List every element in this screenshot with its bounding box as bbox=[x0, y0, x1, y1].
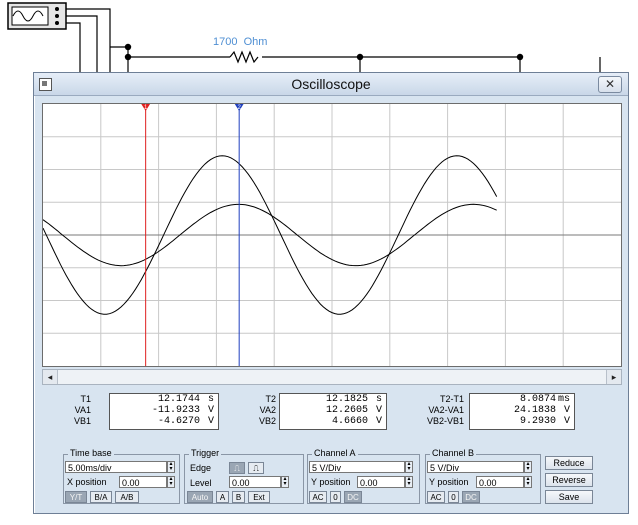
trigger-mode-ext[interactable]: Ext bbox=[248, 491, 270, 503]
channel-a-ypos-spinner[interactable]: ▴ ▾ bbox=[405, 476, 413, 488]
circuit-schematic: 1700 Ohm bbox=[7, 2, 601, 72]
diff-label: VB2-VB1 bbox=[426, 416, 464, 426]
scroll-right-button[interactable]: ▸ bbox=[606, 370, 621, 384]
cursor1-unit: s bbox=[207, 394, 214, 405]
channel-a-scale-field[interactable]: 5 V/Div bbox=[309, 461, 405, 473]
trigger-level-spinner[interactable]: ▴ ▾ bbox=[281, 476, 289, 488]
trigger-mode-a[interactable]: A bbox=[216, 491, 229, 503]
save-button[interactable]: Save bbox=[545, 490, 593, 504]
cursor2-label: T2 bbox=[265, 394, 276, 404]
channel-b-scale-spinner[interactable]: ▴ ▾ bbox=[524, 461, 532, 473]
diff-label: VA2-VA1 bbox=[428, 405, 464, 415]
diff-value: 24.1838 bbox=[513, 405, 556, 416]
trigger-edge-label: Edge bbox=[190, 463, 212, 473]
title-bar[interactable]: Oscilloscope ✕ bbox=[34, 73, 628, 96]
channel-a-zero-button[interactable]: 0 bbox=[330, 491, 341, 503]
timebase-scale-spinner[interactable]: ▴ ▾ bbox=[167, 461, 175, 473]
cursor-readouts: T1 VA1 VB1 12.1744 s -11.9233 V -4.6270 V T2 VA2 VB… bbox=[61, 391, 601, 441]
cursor1-readout-box: 12.1744 s -11.9233 V -4.6270 V bbox=[109, 393, 219, 430]
cursor1-value: 12.1744 bbox=[157, 394, 200, 405]
wire-junction bbox=[124, 53, 132, 61]
reduce-button[interactable]: Reduce bbox=[545, 456, 593, 470]
trigger-title: Trigger bbox=[189, 448, 222, 458]
cursor2-readout-box: 12.1825 s 12.2605 V 4.6660 V bbox=[279, 393, 387, 430]
timebase-mode-ba[interactable]: B/A bbox=[90, 491, 112, 503]
window-title: Oscilloscope bbox=[291, 76, 371, 92]
channel-b-scale-field[interactable]: 5 V/Div bbox=[427, 461, 524, 473]
channel-b-ypos-spinner[interactable]: ▴ ▾ bbox=[524, 476, 532, 488]
diff-value: 8.0874 bbox=[519, 394, 556, 405]
timebase-scale-field[interactable]: 5.00ms/div bbox=[65, 461, 167, 473]
scroll-left-button[interactable]: ◂ bbox=[43, 370, 58, 384]
trigger-mode-b[interactable]: B bbox=[232, 491, 245, 503]
cursor2-label: VB2 bbox=[258, 416, 276, 426]
diff-unit: V bbox=[563, 405, 570, 416]
diff-unit: V bbox=[563, 416, 570, 427]
scope-display: 12 bbox=[42, 103, 622, 367]
channel-a-ac-button[interactable]: AC bbox=[309, 491, 327, 503]
timebase-mode-yt[interactable]: Y/T bbox=[65, 491, 87, 503]
close-button[interactable]: ✕ bbox=[598, 76, 622, 93]
oscilloscope-window: Oscilloscope ✕ 12 ◂ ▸ T1 VA1 VB1 12.1744 s -1… bbox=[33, 72, 629, 514]
cursor1-label: VA1 bbox=[74, 405, 91, 415]
trigger-mode-auto[interactable]: Auto bbox=[187, 491, 213, 503]
reverse-button[interactable]: Reverse bbox=[545, 473, 593, 487]
cursor1-label: VB1 bbox=[73, 416, 91, 426]
scope-plot: 12 bbox=[43, 104, 621, 366]
cursor2-value: 12.1825 bbox=[325, 394, 368, 405]
timebase-title: Time base bbox=[68, 448, 114, 458]
channel-a-ypos-label: Y position bbox=[311, 477, 351, 487]
cursor1-unit: V bbox=[207, 416, 214, 427]
channel-b-ac-button[interactable]: AC bbox=[427, 491, 445, 503]
channel-a-scale-spinner[interactable]: ▴ ▾ bbox=[405, 461, 413, 473]
cursor2-value: 4.6660 bbox=[331, 416, 368, 427]
cursor1-value: -4.6270 bbox=[157, 416, 200, 427]
diff-label: T2-T1 bbox=[439, 394, 464, 404]
channel-b-zero-button[interactable]: 0 bbox=[448, 491, 459, 503]
diff-value: 9.2930 bbox=[519, 416, 556, 427]
channel-a-ypos-field[interactable]: 0.00 bbox=[357, 476, 405, 488]
timebase-mode-ab[interactable]: A/B bbox=[115, 491, 139, 503]
cursor1-value: -11.9233 bbox=[151, 405, 200, 416]
channel-a-title: Channel A bbox=[312, 448, 358, 458]
channel-b-ypos-label: Y position bbox=[429, 477, 469, 487]
wire-junction bbox=[124, 43, 132, 51]
channel-b-ypos-field[interactable]: 0.00 bbox=[476, 476, 524, 488]
wire-junction bbox=[356, 53, 364, 61]
diff-unit: ms bbox=[557, 394, 570, 405]
timebase-xpos-label: X position bbox=[67, 477, 107, 487]
timebase-xpos-field[interactable]: 0.00 bbox=[119, 476, 167, 488]
trigger-level-field[interactable]: 0.00 bbox=[229, 476, 281, 488]
cursor2-unit: V bbox=[375, 416, 382, 427]
cursor2-value: 12.2605 bbox=[325, 405, 368, 416]
diff-labels: T2-T1 VA2-VA1 VB2-VB1 bbox=[416, 394, 464, 427]
horizontal-scrollbar[interactable]: ◂ ▸ bbox=[42, 369, 622, 385]
trigger-level-label: Level bbox=[190, 478, 212, 488]
schematic-wires bbox=[66, 8, 601, 72]
channel-b-dc-button[interactable]: DC bbox=[462, 491, 480, 503]
timebase-xpos-spinner[interactable]: ▴ ▾ bbox=[167, 476, 175, 488]
scope-instrument-icon[interactable] bbox=[7, 2, 67, 30]
cursor1-label: T1 bbox=[80, 394, 91, 404]
cursor1-labels: T1 VA1 VB1 bbox=[61, 394, 91, 427]
cursor2-unit: V bbox=[375, 405, 382, 416]
wire-junction bbox=[516, 53, 524, 61]
channel-a-dc-button[interactable]: DC bbox=[344, 491, 362, 503]
cursor2-unit: s bbox=[375, 394, 382, 405]
channel-b-title: Channel B bbox=[430, 448, 477, 458]
resistor-label: 1700 Ohm bbox=[213, 36, 267, 48]
trigger-rising-edge-button[interactable]: ⎍ bbox=[229, 462, 245, 474]
cursor2-label: VA2 bbox=[259, 405, 276, 415]
cursor2-labels: T2 VA2 VB2 bbox=[246, 394, 276, 427]
trigger-falling-edge-button[interactable]: ⎍ bbox=[248, 462, 264, 474]
diff-readout-box: 8.0874 ms 24.1838 V 9.2930 V bbox=[469, 393, 575, 430]
cursor1-unit: V bbox=[207, 405, 214, 416]
